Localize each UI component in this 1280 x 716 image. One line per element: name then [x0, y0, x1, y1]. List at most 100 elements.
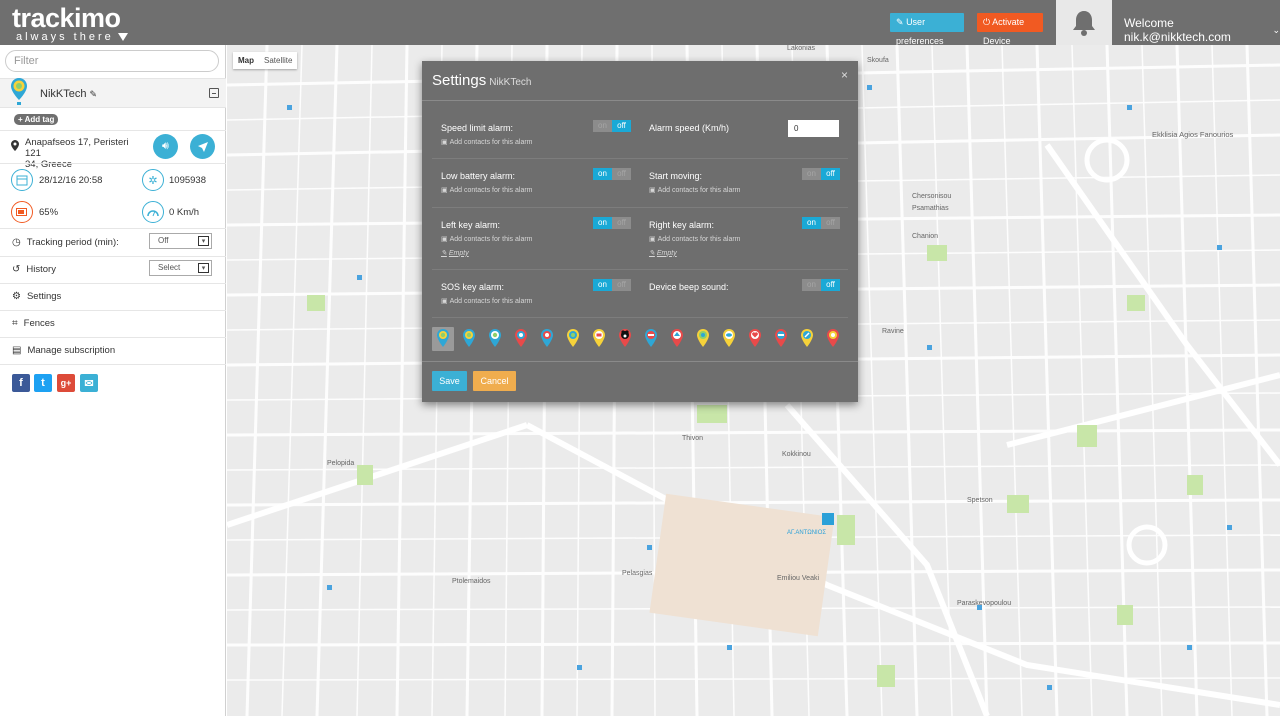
divider: [432, 207, 848, 208]
sos-key-label: SOS key alarm:: [441, 282, 505, 292]
facebook-icon[interactable]: f: [12, 374, 30, 392]
pin-icon-option[interactable]: [796, 327, 818, 351]
pin-icon: [619, 329, 631, 347]
calendar-icon: [11, 169, 33, 191]
pin-icon: [801, 329, 813, 347]
filter-input[interactable]: Filter: [5, 50, 219, 72]
device-address: Anapafseos 17, Peristeri 121 34, Greece: [25, 137, 129, 170]
map-label: Pelopida: [327, 460, 355, 467]
low-battery-toggle[interactable]: on off: [593, 168, 631, 180]
divider: [432, 317, 848, 318]
beep-sound-toggle[interactable]: on off: [802, 279, 840, 291]
logo-tagline: always there: [16, 31, 114, 43]
sidebar-item-manage-subscription[interactable]: ▤ Manage subscription: [0, 337, 226, 364]
map-label: Chanion: [912, 233, 939, 240]
map-label: Pelasgias: [622, 570, 653, 577]
pin-icon-option[interactable]: [588, 327, 610, 351]
clock-icon: ◷: [12, 237, 21, 248]
pin-icon-option[interactable]: [562, 327, 584, 351]
sos-key-toggle[interactable]: on off: [593, 279, 631, 291]
pin-icon-option[interactable]: [432, 327, 454, 351]
user-preferences-button[interactable]: ✎ User preferences: [890, 13, 964, 46]
bell-icon: [1073, 10, 1095, 36]
map-label: Ravine: [882, 328, 904, 335]
sidebar: Filter NikKTech ✎ + Add tag Anapafseos 1…: [0, 45, 226, 716]
pin-icon-option[interactable]: [718, 327, 740, 351]
add-tag-button[interactable]: + Add tag: [14, 114, 59, 125]
pin-icon-option[interactable]: [458, 327, 480, 351]
email-icon[interactable]: ✉: [80, 374, 98, 392]
volume-icon: 🔊︎: [162, 140, 169, 152]
map-label: Thivon: [682, 435, 704, 442]
start-moving-toggle[interactable]: on off: [802, 168, 840, 180]
add-contacts-link[interactable]: ▣ Add contacts for this alarm: [649, 235, 741, 244]
twitter-icon[interactable]: t: [34, 374, 52, 392]
add-contacts-link[interactable]: ▣ Add contacts for this alarm: [441, 235, 533, 244]
add-contacts-link[interactable]: ▣ Add contacts for this alarm: [441, 138, 533, 147]
edit-icon[interactable]: ✎: [89, 89, 97, 100]
pin-icon-option[interactable]: [510, 327, 532, 351]
sidebar-item-settings[interactable]: ⚙ Settings: [0, 283, 226, 310]
gears-icon: ⚙: [12, 291, 21, 302]
start-moving-label: Start moving:: [649, 171, 703, 181]
logo-text: trackimo: [12, 3, 121, 33]
device-icon-picker: [432, 327, 848, 353]
pin-icon-option[interactable]: [692, 327, 714, 351]
close-icon[interactable]: ×: [841, 68, 848, 82]
add-contacts-link[interactable]: ▣ Add contacts for this alarm: [441, 186, 533, 195]
cancel-button[interactable]: Cancel: [473, 371, 516, 391]
tracking-period-select[interactable]: Off ▾: [149, 233, 212, 249]
location-marker-icon: [11, 140, 19, 151]
device-name[interactable]: NikKTech ✎: [40, 88, 97, 100]
google-plus-icon[interactable]: g+: [57, 374, 75, 392]
collapse-icon[interactable]: [209, 88, 219, 98]
device-row[interactable]: NikKTech ✎: [0, 78, 226, 108]
pin-icon-option[interactable]: [536, 327, 558, 351]
pin-icon: [827, 329, 839, 347]
pin-icon-option[interactable]: [666, 327, 688, 351]
document-icon: ▤: [12, 345, 22, 356]
trackimo-logo[interactable]: trackimo always there: [12, 3, 128, 43]
empty-edit-link[interactable]: ✎ Empty: [441, 249, 469, 258]
pin-icon: [697, 329, 709, 347]
sound-button[interactable]: 🔊︎: [153, 134, 178, 159]
sidebar-item-fences[interactable]: ⌗ Fences: [0, 310, 226, 337]
user-menu[interactable]: Welcome nik.k@nikktech.com ⌄: [1124, 16, 1280, 44]
pin-icon-option[interactable]: [640, 327, 662, 351]
tab-satellite[interactable]: Satellite: [259, 52, 297, 69]
alarm-speed-input[interactable]: 0: [788, 120, 839, 137]
save-button[interactable]: Save: [432, 371, 467, 391]
pin-icon-option[interactable]: [770, 327, 792, 351]
empty-edit-link[interactable]: ✎ Empty: [649, 249, 677, 258]
chevron-down-icon: ▾: [198, 263, 209, 273]
edit-icon: ✎: [649, 250, 655, 257]
add-contacts-link[interactable]: ▣ Add contacts for this alarm: [649, 186, 741, 195]
activate-device-button[interactable]: ⏻ Activate Device: [977, 13, 1043, 46]
divider: [0, 163, 226, 164]
locate-button[interactable]: [190, 134, 215, 159]
pin-icon-option[interactable]: [484, 327, 506, 351]
modal-title: Settings NikKTech: [432, 72, 532, 89]
speed-limit-toggle[interactable]: on off: [593, 120, 631, 132]
notifications-button[interactable]: [1056, 0, 1112, 45]
settings-modal: Settings NikKTech × Speed limit alarm: ▣ A…: [422, 61, 858, 402]
tab-map[interactable]: Map: [233, 52, 259, 69]
map-label: Spetson: [967, 497, 993, 504]
right-key-toggle[interactable]: on off: [802, 217, 840, 229]
map-label: ΑΓ.ΑΝΤΩΝΙΟΣ: [787, 530, 827, 536]
pin-icon: [723, 329, 735, 347]
pin-icon-option[interactable]: [744, 327, 766, 351]
contacts-icon: ▣: [441, 139, 448, 146]
history-select[interactable]: Select ▾: [149, 260, 212, 276]
left-key-toggle[interactable]: on off: [593, 217, 631, 229]
add-contacts-link[interactable]: ▣ Add contacts for this alarm: [441, 297, 533, 306]
pin-icon-option[interactable]: [614, 327, 636, 351]
divider: [422, 100, 858, 101]
device-id: 1095938: [169, 175, 206, 186]
top-header: trackimo always there ✎ User preferences…: [0, 0, 1280, 46]
history-icon: ↺: [12, 264, 21, 275]
chevron-down-icon: ⌄: [1272, 24, 1280, 35]
pin-icon: [489, 329, 501, 347]
map-label: Psamathias: [912, 205, 949, 212]
pin-icon-option[interactable]: [822, 327, 844, 351]
